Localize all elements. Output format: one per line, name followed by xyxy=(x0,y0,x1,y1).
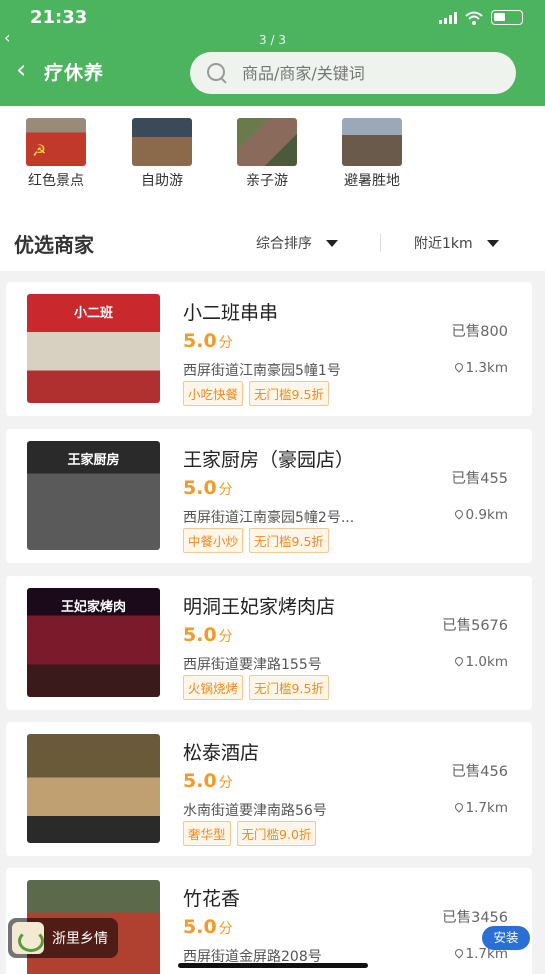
sold-count: 已售455 xyxy=(451,471,508,487)
status-icons xyxy=(439,10,523,25)
shop-thumbnail: 小二班 xyxy=(27,294,160,403)
shop-sign: 小二班 xyxy=(73,306,113,321)
status-time: 21:33 xyxy=(30,7,88,28)
shop-thumbnail: 王妃家烤肉 xyxy=(27,588,160,697)
category-self-guided[interactable]: 自助游 xyxy=(117,118,207,190)
shop-distance: 1.3km xyxy=(455,360,508,376)
sort-dropdown[interactable]: 综合排序 xyxy=(256,233,338,253)
category-family[interactable]: 亲子游 xyxy=(222,118,312,190)
search-box[interactable] xyxy=(190,52,516,94)
shop-card[interactable]: 小二班 小二班串串 5.0 分 西屏街道江南豪园5幢1号 小吃快餐 无门槛9.5折… xyxy=(6,282,532,416)
shop-card[interactable]: 王家厨房 王家厨房（豪园店） 5.0 分 西屏街道江南豪园5幢2号... 中餐小炒… xyxy=(6,429,532,563)
category-tag: 奢华型 xyxy=(183,821,231,846)
category-label: 自助游 xyxy=(141,173,183,189)
battery-icon xyxy=(491,10,523,25)
shop-address: 西屏街道江南豪园5幢2号... xyxy=(183,510,355,526)
shop-tags: 中餐小炒 无门槛9.5折 xyxy=(183,528,329,553)
shop-sign: 王家厨房 xyxy=(67,453,120,468)
shop-rating: 5.0 分 xyxy=(183,770,233,792)
sold-count: 已售456 xyxy=(451,764,508,780)
location-pin-icon xyxy=(455,657,463,667)
distance-label: 附近1km xyxy=(414,236,473,252)
caret-down-icon xyxy=(326,239,338,247)
shop-tags: 小吃快餐 无门槛9.5折 xyxy=(183,381,329,406)
discount-tag: 无门槛9.0折 xyxy=(236,821,317,846)
shop-card[interactable]: 松泰酒店 5.0 分 水南街道要津南路56号 奢华型 无门槛9.0折 已售456 … xyxy=(6,722,532,856)
shop-rating: 5.0 分 xyxy=(183,330,233,352)
street-scene-icon xyxy=(132,118,192,166)
category-label: 红色景点 xyxy=(28,173,84,189)
discount-tag: 无门槛9.5折 xyxy=(249,528,329,553)
sold-count: 已售3456 xyxy=(442,910,508,926)
sort-label: 综合排序 xyxy=(256,236,312,252)
caret-down-icon xyxy=(486,239,499,247)
shop-name: 明洞王妃家烤肉店 xyxy=(183,596,336,618)
app-header: 21:33 ‹ 3 / 3 ‹ 疗休养 xyxy=(0,0,545,106)
location-pin-icon xyxy=(455,363,463,373)
install-button[interactable]: 安装 xyxy=(482,926,530,950)
category-label: 避暑胜地 xyxy=(344,173,400,189)
app-logo-icon xyxy=(12,922,44,954)
mountain-icon xyxy=(342,118,402,166)
location-pin-icon xyxy=(455,803,463,813)
shop-distance: 1.0km xyxy=(455,654,508,670)
category-bar: ☭ 红色景点 自助游 亲子游 避暑胜地 xyxy=(0,106,545,201)
category-tag: 火锅烧烤 xyxy=(183,675,244,700)
category-red-sites[interactable]: ☭ 红色景点 xyxy=(11,118,101,190)
wifi-icon xyxy=(465,11,483,25)
sold-count: 已售5676 xyxy=(442,618,508,634)
svg-text:☭: ☭ xyxy=(32,141,46,160)
shop-tags: 火锅烧烤 无门槛9.5折 xyxy=(183,675,329,700)
category-tag: 小吃快餐 xyxy=(183,381,244,406)
search-input[interactable] xyxy=(242,63,482,83)
category-summer-resort[interactable]: 避暑胜地 xyxy=(327,118,417,190)
shop-distance: 1.7km xyxy=(455,800,508,816)
distance-dropdown[interactable]: 附近1km xyxy=(414,233,499,253)
shop-address: 西屏街道江南豪园5幢1号 xyxy=(183,363,341,379)
shop-name: 王家厨房（豪园店） xyxy=(183,449,355,471)
search-icon xyxy=(206,62,228,84)
shop-address: 西屏街道要津路155号 xyxy=(183,657,322,673)
page-title: 疗休养 xyxy=(44,62,105,84)
shop-name: 松泰酒店 xyxy=(183,742,260,764)
shop-name: 竹花香 xyxy=(183,888,241,910)
signal-icon xyxy=(439,11,457,24)
shop-address: 水南街道要津南路56号 xyxy=(183,803,327,819)
home-indicator xyxy=(178,963,368,968)
shop-thumbnail xyxy=(27,734,160,843)
family-icon xyxy=(237,118,297,166)
section-title: 优选商家 xyxy=(14,233,94,257)
category-label: 亲子游 xyxy=(246,173,288,189)
app-name: 浙里乡情 xyxy=(52,931,108,947)
shop-rating: 5.0 分 xyxy=(183,916,233,938)
red-flag-icon: ☭ xyxy=(26,118,86,166)
sold-count: 已售800 xyxy=(451,324,508,340)
location-pin-icon xyxy=(455,510,463,520)
shop-rating: 5.0 分 xyxy=(183,477,233,499)
app-banner[interactable]: 浙里乡情 xyxy=(8,918,118,958)
shop-distance: 0.9km xyxy=(455,507,508,523)
shop-rating: 5.0 分 xyxy=(183,624,233,646)
shop-thumbnail: 王家厨房 xyxy=(27,441,160,550)
category-tag: 中餐小炒 xyxy=(183,528,244,553)
shop-card[interactable]: 王妃家烤肉 明洞王妃家烤肉店 5.0 分 西屏街道要津路155号 火锅烧烤 无门槛… xyxy=(6,576,532,710)
discount-tag: 无门槛9.5折 xyxy=(249,675,329,700)
shop-tags: 奢华型 无门槛9.0折 xyxy=(183,821,317,846)
shop-name: 小二班串串 xyxy=(183,302,279,324)
divider xyxy=(380,234,381,252)
discount-tag: 无门槛9.5折 xyxy=(249,381,329,406)
filter-bar: 优选商家 综合排序 附近1km xyxy=(0,201,545,271)
back-arrow-icon[interactable]: ‹ xyxy=(16,57,26,83)
shop-sign: 王妃家烤肉 xyxy=(60,600,126,615)
location-pin-icon xyxy=(455,949,463,959)
page-indicator: 3 / 3 xyxy=(259,33,286,47)
